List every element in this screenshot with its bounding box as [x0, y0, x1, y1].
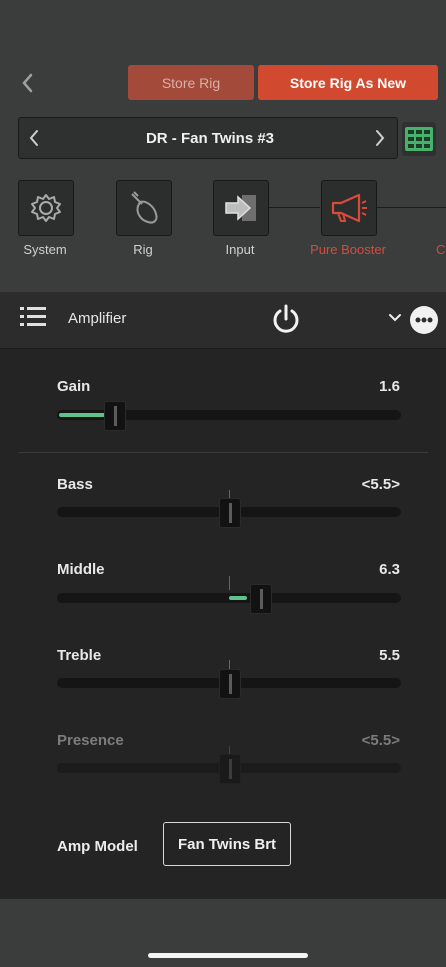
list-menu-icon[interactable]	[20, 306, 46, 328]
chain-connector	[376, 207, 446, 208]
more-options-button[interactable]	[410, 306, 438, 334]
treble-value: 5.5	[379, 647, 400, 664]
chain-label-input: Input	[225, 242, 255, 257]
store-rig-as-new-button[interactable]: Store Rig As New	[258, 65, 438, 100]
bass-label: Bass	[57, 476, 93, 493]
chain-label-next: C	[436, 242, 446, 257]
chain-item-system[interactable]	[18, 180, 74, 236]
next-rig-chevron-icon[interactable]	[372, 126, 388, 150]
amp-model-label: Amp Model	[57, 838, 138, 855]
presence-slider-handle[interactable]	[219, 754, 241, 784]
chain-item-input[interactable]	[213, 180, 269, 236]
gain-slider-handle[interactable]	[104, 401, 126, 431]
chain-label-system: System	[23, 242, 67, 257]
store-rig-button[interactable]: Store Rig	[128, 65, 254, 100]
presence-value: <5.5>	[361, 732, 400, 749]
chain-item-rig[interactable]	[116, 180, 172, 236]
input-arrow-icon	[225, 195, 256, 221]
bass-slider-handle[interactable]	[219, 498, 241, 528]
home-indicator[interactable]	[148, 953, 308, 958]
booster-megaphone-icon	[331, 193, 367, 223]
presence-label: Presence	[57, 732, 124, 749]
chain-label-rig: Rig	[133, 242, 153, 257]
ellipsis-icon	[415, 317, 433, 323]
gear-icon	[31, 194, 61, 222]
previous-rig-chevron-icon[interactable]	[26, 126, 42, 150]
power-icon[interactable]	[270, 303, 302, 335]
middle-slider-fill	[229, 596, 247, 600]
treble-slider-handle[interactable]	[219, 669, 241, 699]
middle-label: Middle	[57, 561, 105, 578]
middle-slider-track[interactable]	[57, 593, 401, 603]
divider	[18, 452, 428, 453]
gain-label: Gain	[57, 378, 91, 395]
module-title: Amplifier	[68, 310, 127, 327]
gain-value: 1.6	[379, 378, 400, 395]
grid-icon	[405, 127, 433, 151]
rig-name[interactable]: DR - Fan Twins #3	[60, 117, 360, 159]
guitar-icon	[131, 191, 158, 224]
parameters-panel	[0, 349, 446, 899]
back-chevron-icon[interactable]	[18, 68, 38, 98]
bass-value: <5.5>	[361, 476, 400, 493]
chain-item-pure-booster[interactable]	[321, 180, 377, 236]
middle-slider-handle[interactable]	[250, 584, 272, 614]
gain-slider-fill	[59, 413, 105, 417]
chevron-down-icon[interactable]	[388, 312, 402, 324]
module-header	[0, 292, 446, 349]
middle-center-tick	[229, 576, 230, 590]
middle-value: 6.3	[379, 561, 400, 578]
amp-model-button[interactable]: Fan Twins Brt	[163, 822, 291, 866]
treble-label: Treble	[57, 647, 102, 664]
chain-label-pure-booster: Pure Booster	[310, 242, 386, 257]
chain-connector	[268, 207, 320, 208]
rig-browser-button[interactable]	[402, 122, 436, 156]
